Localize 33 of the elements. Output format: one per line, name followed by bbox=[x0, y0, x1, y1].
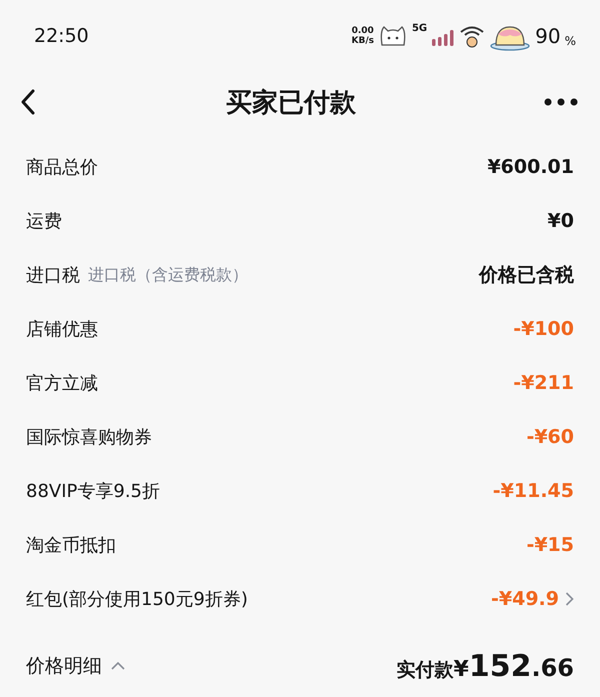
price-label: 红包(部分使用150元9折券) bbox=[26, 588, 248, 611]
price-value: 价格已含税 bbox=[479, 263, 574, 288]
price-details-toggle[interactable]: 价格明细 bbox=[26, 653, 126, 679]
battery-unit: % bbox=[564, 34, 576, 48]
price-label: 店铺优惠 bbox=[26, 318, 98, 341]
total-label: 实付款 bbox=[396, 658, 454, 682]
clock-time: 22:50 bbox=[34, 25, 90, 47]
total-amount: 152 bbox=[468, 648, 532, 684]
total-decimal: .66 bbox=[531, 654, 574, 682]
more-icon[interactable] bbox=[544, 98, 578, 106]
chevron-right-icon[interactable] bbox=[565, 591, 574, 607]
price-value: ¥600.01 bbox=[487, 156, 574, 178]
price-label: 淘金币抵扣 bbox=[26, 534, 116, 557]
price-value: -¥15 bbox=[526, 534, 574, 556]
battery-level: 90 bbox=[535, 24, 561, 48]
currency-symbol: ¥ bbox=[454, 656, 469, 682]
price-value: -¥49.9 bbox=[491, 588, 559, 610]
price-value: -¥11.45 bbox=[492, 480, 574, 502]
price-label: 进口税 bbox=[26, 264, 80, 287]
page-title: 买家已付款 bbox=[226, 86, 356, 120]
price-value: -¥100 bbox=[513, 318, 574, 340]
price-label: 运费 bbox=[26, 210, 62, 233]
price-note: 进口税（含运费税款） bbox=[88, 264, 248, 286]
price-value: -¥211 bbox=[513, 372, 574, 394]
price-label: 国际惊喜购物券 bbox=[26, 426, 152, 449]
price-label: 商品总价 bbox=[26, 156, 98, 179]
price-label: 官方立减 bbox=[26, 372, 98, 395]
price-value: ¥0 bbox=[548, 210, 574, 232]
speed-unit: KB/s bbox=[351, 36, 374, 46]
network-speed: 0.00 bbox=[352, 26, 374, 36]
price-value: -¥60 bbox=[526, 426, 574, 448]
network-type: 5G bbox=[412, 23, 428, 34]
price-label: 88VIP专享9.5折 bbox=[26, 480, 160, 503]
